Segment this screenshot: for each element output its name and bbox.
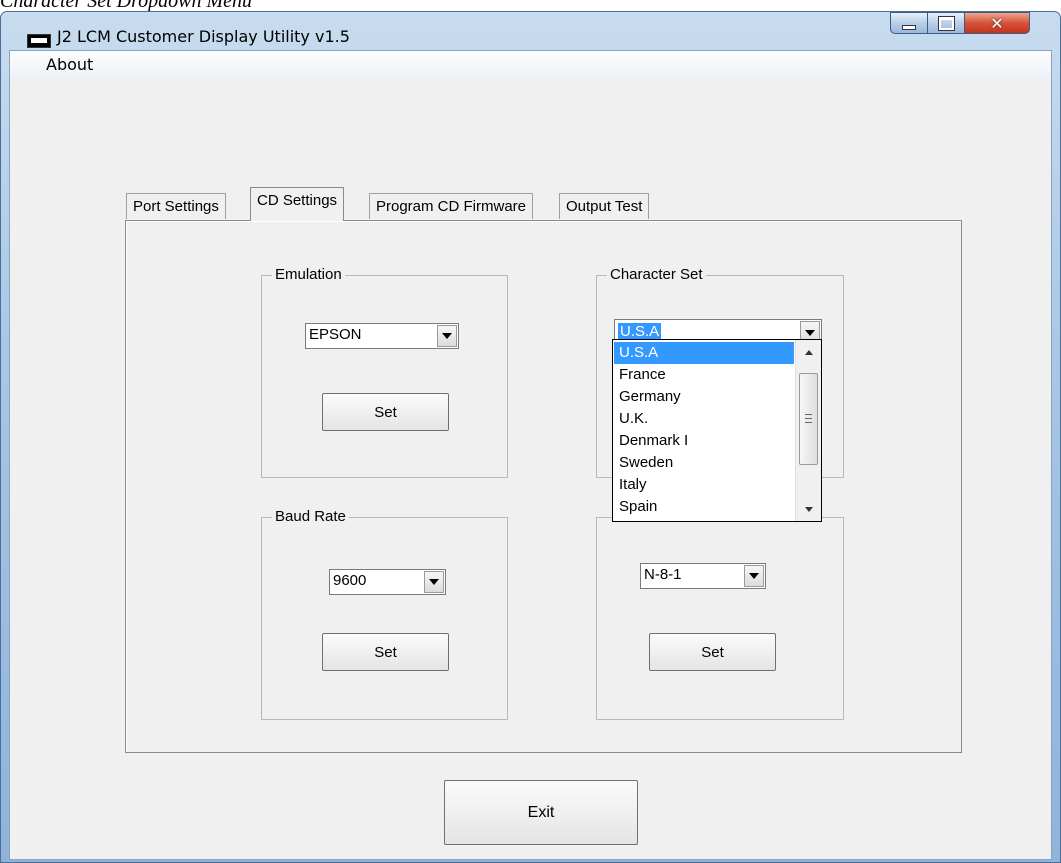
minimize-icon xyxy=(902,24,916,30)
baud-rate-group: Baud Rate xyxy=(261,508,508,720)
baud-rate-combo[interactable]: 9600 xyxy=(329,569,446,595)
menu-bar: About xyxy=(10,51,1051,77)
baud-rate-label: Baud Rate xyxy=(272,508,349,525)
character-set-option[interactable]: U.S.A xyxy=(614,342,794,364)
parity-group xyxy=(596,517,844,720)
parity-combo[interactable]: N-8-1 xyxy=(640,563,766,589)
character-set-option[interactable]: Germany xyxy=(614,386,794,408)
minimize-button[interactable] xyxy=(890,12,928,34)
tab-port-settings[interactable]: Port Settings xyxy=(126,193,226,219)
character-set-option[interactable]: Sweden xyxy=(614,452,794,474)
emulation-value: EPSON xyxy=(309,326,362,343)
title-bar[interactable]: J2 LCM Customer Display Utility v1.5 ✕ xyxy=(1,12,1060,50)
baud-rate-dropdown-button[interactable] xyxy=(424,571,444,593)
baud-rate-value: 9600 xyxy=(333,572,367,589)
close-icon: ✕ xyxy=(990,13,1004,33)
chevron-down-icon xyxy=(749,573,759,579)
emulation-label: Emulation xyxy=(272,266,345,283)
maximize-button[interactable] xyxy=(927,12,965,34)
parity-value: N-8-1 xyxy=(644,566,682,583)
character-set-dropdown-list: U.S.A France Germany U.K. Denmark I Swed… xyxy=(612,339,822,522)
chevron-down-icon xyxy=(804,506,813,512)
chevron-up-icon xyxy=(804,349,813,355)
emulation-group: Emulation xyxy=(261,266,508,478)
character-set-value: U.S.A xyxy=(618,323,662,340)
chevron-down-icon xyxy=(442,333,452,339)
maximize-icon xyxy=(938,16,954,30)
parity-dropdown-button[interactable] xyxy=(744,565,764,587)
tab-output-test[interactable]: Output Test xyxy=(559,193,650,219)
app-icon xyxy=(27,34,51,48)
tab-program-cd-firmware[interactable]: Program CD Firmware xyxy=(369,193,534,219)
chevron-down-icon xyxy=(429,579,439,585)
tab-cd-settings[interactable]: CD Settings xyxy=(250,187,345,221)
dropdown-scrollbar[interactable] xyxy=(795,340,821,521)
menu-about[interactable]: About xyxy=(40,55,99,74)
exit-button[interactable]: Exit xyxy=(444,780,638,845)
character-set-option[interactable]: Italy xyxy=(614,474,794,496)
scroll-up-button[interactable] xyxy=(796,342,821,362)
app-window: J2 LCM Customer Display Utility v1.5 ✕ A… xyxy=(0,11,1061,863)
scroll-down-button[interactable] xyxy=(796,499,821,519)
character-set-label: Character Set xyxy=(607,266,706,283)
character-set-option[interactable]: U.K. xyxy=(614,408,794,430)
client-area: About Port Settings CD Settings Program … xyxy=(9,50,1052,860)
window-title: J2 LCM Customer Display Utility v1.5 xyxy=(57,27,350,46)
character-set-option[interactable]: Spain xyxy=(614,496,794,518)
baud-rate-set-button[interactable]: Set xyxy=(322,633,449,671)
emulation-dropdown-button[interactable] xyxy=(437,325,457,347)
chevron-down-icon xyxy=(805,330,815,336)
parity-set-button[interactable]: Set xyxy=(649,633,776,671)
character-set-option[interactable]: Denmark I xyxy=(614,430,794,452)
emulation-combo[interactable]: EPSON xyxy=(305,323,459,349)
scroll-thumb[interactable] xyxy=(799,373,818,465)
character-set-option[interactable]: France xyxy=(614,364,794,386)
emulation-set-button[interactable]: Set xyxy=(322,393,449,431)
close-button[interactable]: ✕ xyxy=(964,12,1030,34)
